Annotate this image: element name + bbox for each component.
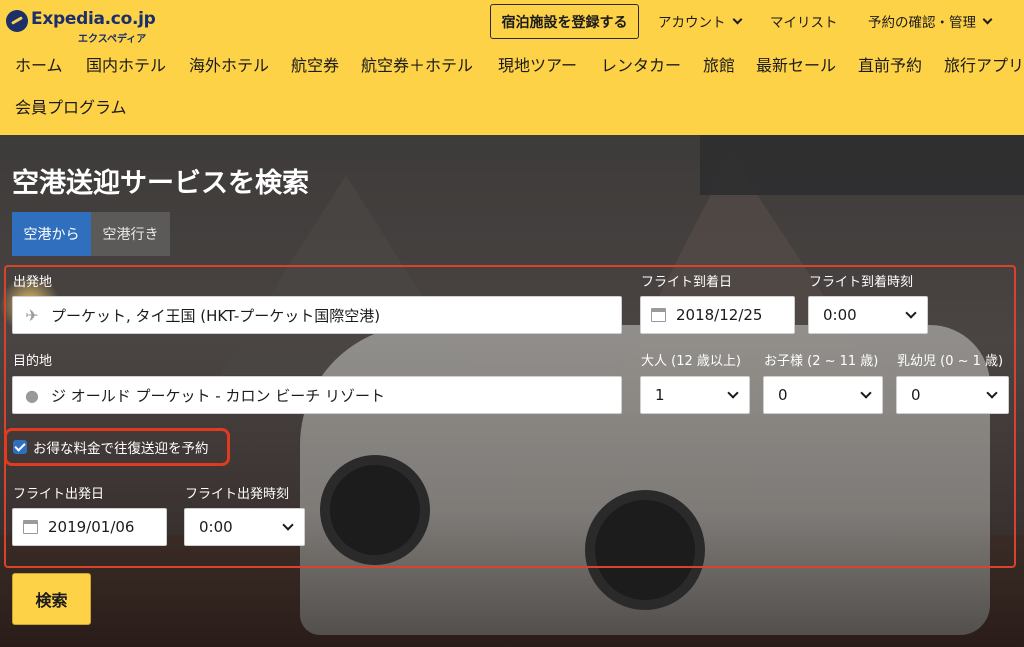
origin-label: 出発地: [13, 275, 53, 290]
register-property-button[interactable]: 宿泊施設を登録する: [490, 4, 639, 39]
account-menu[interactable]: アカウント: [658, 11, 742, 31]
nav-item-app[interactable]: 旅行アプリ: [944, 52, 1024, 76]
tab-from-airport[interactable]: 空港から: [12, 212, 91, 256]
chevron-down-icon: [727, 386, 739, 399]
nav-item-flight-hotel[interactable]: 航空券＋ホテル: [361, 52, 473, 76]
infants-value: 0: [911, 386, 921, 404]
nav-item-ryokan[interactable]: 旅館: [703, 52, 735, 76]
nav-item-overseas-hotels[interactable]: 海外ホテル: [189, 52, 269, 76]
arrival-date-input[interactable]: 2018/12/25: [640, 296, 795, 334]
account-label: アカウント: [658, 15, 726, 31]
children-label: お子様 (2 ~ 11 歳): [764, 354, 879, 369]
mylist-link[interactable]: マイリスト: [770, 11, 838, 31]
infants-select[interactable]: 0: [896, 376, 1009, 414]
search-hero: 空港送迎サービスを検索 空港から 空港行き 出発地 ✈ プーケット, タイ王国 …: [0, 135, 1024, 647]
roundtrip-checkbox[interactable]: お得な料金で往復送迎を予約: [4, 428, 230, 466]
nav-item-rental-car[interactable]: レンタカー: [601, 52, 681, 76]
nav-item-home[interactable]: ホーム: [15, 52, 63, 76]
destination-value: ジ オールド プーケット - カロン ビーチ リゾート: [51, 386, 386, 405]
arrival-date-value: 2018/12/25: [676, 306, 763, 324]
logo-text: Expedia.co.jp: [31, 9, 156, 29]
background-photo: [700, 135, 1024, 195]
airplane-icon: ✈: [25, 305, 39, 325]
chevron-down-icon: [282, 518, 294, 531]
chevron-down-icon: [982, 14, 993, 24]
nav-item-membership[interactable]: 会員プログラム: [15, 94, 127, 118]
departure-date-value: 2019/01/06: [48, 518, 135, 536]
adults-label: 大人 (12 歳以上): [641, 354, 741, 369]
site-header: Expedia.co.jp エクスペディア 宿泊施設を登録する アカウント マイ…: [0, 0, 1024, 135]
nav-item-sale[interactable]: 最新セール: [756, 52, 836, 76]
checkbox-checked-icon[interactable]: [13, 440, 27, 454]
origin-input[interactable]: ✈ プーケット, タイ王国 (HKT-プーケット国際空港): [12, 296, 622, 334]
departure-time-select[interactable]: 0:00: [184, 508, 305, 546]
departure-date-input[interactable]: 2019/01/06: [12, 508, 167, 546]
mylist-label: マイリスト: [770, 15, 838, 31]
arrival-time-select[interactable]: 0:00: [808, 296, 928, 334]
calendar-icon: [23, 520, 38, 534]
arrival-time-value: 0:00: [823, 306, 857, 324]
departure-time-label: フライト出発時刻: [185, 487, 290, 502]
destination-input[interactable]: ● ジ オールド プーケット - カロン ビーチ リゾート: [12, 376, 622, 414]
chevron-down-icon: [860, 386, 872, 399]
chevron-down-icon: [905, 306, 917, 319]
adults-value: 1: [655, 386, 665, 404]
roundtrip-label: お得な料金で往復送迎を予約: [33, 441, 209, 457]
nav-item-domestic-hotels[interactable]: 国内ホテル: [86, 52, 166, 76]
expedia-logo[interactable]: Expedia.co.jp エクスペディア: [6, 6, 156, 45]
departure-time-value: 0:00: [199, 518, 233, 536]
arrival-time-label: フライト到着時刻: [809, 275, 914, 290]
chevron-down-icon: [732, 14, 742, 24]
calendar-icon: [651, 308, 666, 322]
origin-value: プーケット, タイ王国 (HKT-プーケット国際空港): [51, 306, 381, 325]
nav-item-flights[interactable]: 航空券: [291, 52, 339, 76]
page-title: 空港送迎サービスを検索: [12, 168, 309, 199]
logo-subtext: エクスペディア: [78, 34, 147, 45]
globe-plane-icon: [6, 10, 28, 32]
children-select[interactable]: 0: [763, 376, 883, 414]
nav-item-last-minute[interactable]: 直前予約: [858, 52, 922, 76]
children-value: 0: [778, 386, 788, 404]
reservation-label: 予約の確認・管理: [868, 15, 976, 31]
infants-label: 乳幼児 (0 ~ 1 歳): [897, 354, 1004, 369]
reservation-menu[interactable]: 予約の確認・管理: [868, 11, 993, 31]
tab-to-airport[interactable]: 空港行き: [91, 212, 170, 256]
destination-label: 目的地: [13, 354, 53, 369]
nav-item-tours[interactable]: 現地ツアー: [498, 52, 577, 76]
arrival-date-label: フライト到着日: [641, 275, 733, 290]
search-button[interactable]: 検索: [12, 573, 91, 625]
chevron-down-icon: [986, 386, 998, 399]
departure-date-label: フライト出発日: [13, 487, 105, 502]
adults-select[interactable]: 1: [640, 376, 750, 414]
map-pin-icon: ●: [25, 385, 39, 405]
